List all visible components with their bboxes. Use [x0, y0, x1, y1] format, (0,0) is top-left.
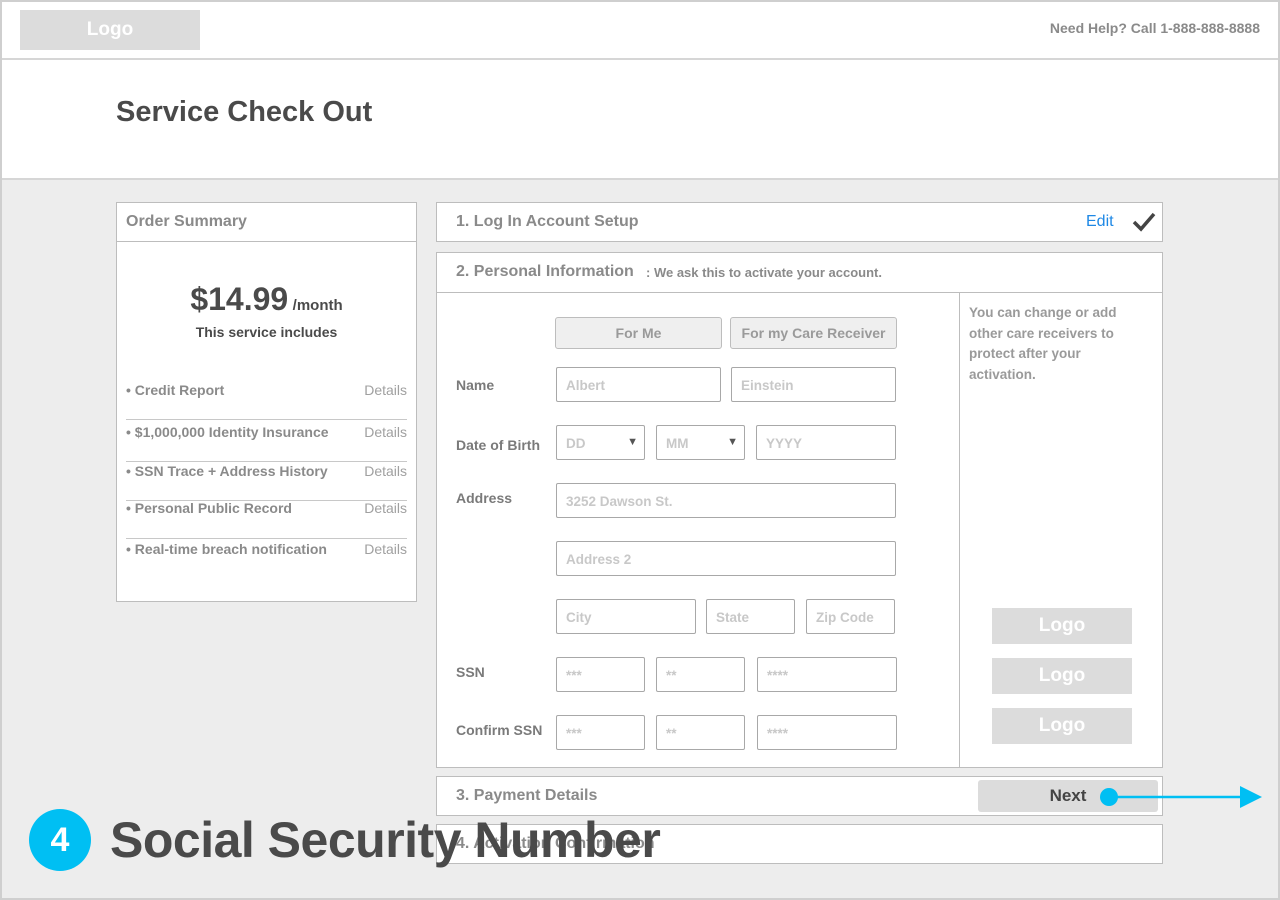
name-label: Name [456, 377, 495, 393]
address-line-2-input[interactable]: Address 2 [556, 541, 896, 576]
last-name-input[interactable]: Einstein [731, 367, 896, 402]
price: $14.99 /month [117, 281, 416, 318]
price-period: /month [292, 297, 343, 314]
state-input[interactable]: State [706, 599, 795, 634]
confirm-ssn-part-3-input[interactable]: **** [757, 715, 897, 750]
summary-item: • Credit Report Details [126, 382, 407, 420]
includes-text: This service includes [195, 324, 338, 340]
dropdown-arrow-icon: ▼ [727, 436, 738, 448]
page-title: Service Check Out [116, 96, 373, 128]
summary-item-label: • $1,000,000 Identity Insurance [126, 424, 329, 440]
step-1-label: 1. Log In Account Setup [456, 213, 639, 230]
price-amount: $14.99 [190, 281, 289, 317]
dob-day-select[interactable]: DD ▼ [556, 425, 645, 460]
logo[interactable]: Logo [20, 10, 200, 50]
summary-item: • SSN Trace + Address History Details [126, 463, 407, 501]
step-3-label: 3. Payment Details [456, 787, 598, 804]
dob-year-input[interactable]: YYYY [756, 425, 896, 460]
order-summary-heading: Order Summary [117, 203, 416, 242]
partner-logo: Logo [992, 658, 1132, 694]
summary-item-label: • SSN Trace + Address History [126, 463, 328, 479]
ssn-label: SSN [456, 664, 485, 680]
step-1-bar: 1. Log In Account Setup Edit [436, 202, 1163, 242]
step-2-header: 2. Personal Information : We ask this to… [437, 253, 1162, 293]
details-link[interactable]: Details [364, 500, 407, 516]
annotation-number-badge: 4 [29, 809, 91, 871]
summary-item: • $1,000,000 Identity Insurance Details [126, 424, 407, 462]
partner-logo: Logo [992, 608, 1132, 644]
ssn-part-1-input[interactable]: *** [556, 657, 645, 692]
details-link[interactable]: Details [364, 541, 407, 557]
summary-item-label: • Personal Public Record [126, 500, 292, 516]
side-divider [959, 293, 960, 768]
annotation-arrow-icon [1100, 786, 1262, 808]
checkmark-icon [1132, 212, 1156, 232]
edit-link[interactable]: Edit [1086, 213, 1114, 231]
personal-information-panel: 2. Personal Information : We ask this to… [436, 252, 1163, 768]
dob-day-value: DD [566, 436, 586, 451]
dob-month-select[interactable]: MM ▼ [656, 425, 745, 460]
summary-item: • Real-time breach notification Details [126, 541, 407, 579]
dob-label: Date of Birth [456, 437, 540, 453]
ssn-part-2-input[interactable]: ** [656, 657, 745, 692]
dropdown-arrow-icon: ▼ [627, 436, 638, 448]
zip-code-input[interactable]: Zip Code [806, 599, 895, 634]
address-line-1-input[interactable]: 3252 Dawson St. [556, 483, 896, 518]
summary-item: • Personal Public Record Details [126, 500, 407, 539]
step-2-label: 2. Personal Information [456, 263, 634, 280]
details-link[interactable]: Details [364, 424, 407, 440]
details-link[interactable]: Details [364, 382, 407, 398]
annotation-title: Social Security Number [110, 812, 661, 868]
confirm-ssn-part-1-input[interactable]: *** [556, 715, 645, 750]
first-name-input[interactable]: Albert [556, 367, 721, 402]
dob-month-value: MM [666, 436, 689, 451]
summary-item-label: • Real-time breach notification [126, 541, 327, 557]
care-receiver-note: You can change or add other care receive… [969, 305, 1117, 382]
address-label: Address [456, 490, 513, 506]
for-care-receiver-button[interactable]: For my Care Receiver [730, 317, 897, 349]
step-2-subtitle: : We ask this to activate your account. [646, 265, 882, 280]
partner-logo: Logo [992, 708, 1132, 744]
for-me-button[interactable]: For Me [555, 317, 722, 349]
ssn-part-3-input[interactable]: **** [757, 657, 897, 692]
help-phone-text: Need Help? Call 1-888-888-8888 [1049, 20, 1260, 36]
order-summary-panel: Order Summary $14.99 /month This service… [116, 202, 417, 602]
city-input[interactable]: City [556, 599, 696, 634]
summary-item-label: • Credit Report [126, 382, 225, 398]
details-link[interactable]: Details [364, 463, 407, 479]
confirm-ssn-part-2-input[interactable]: ** [656, 715, 745, 750]
confirm-ssn-label: Confirm SSN [456, 722, 543, 738]
